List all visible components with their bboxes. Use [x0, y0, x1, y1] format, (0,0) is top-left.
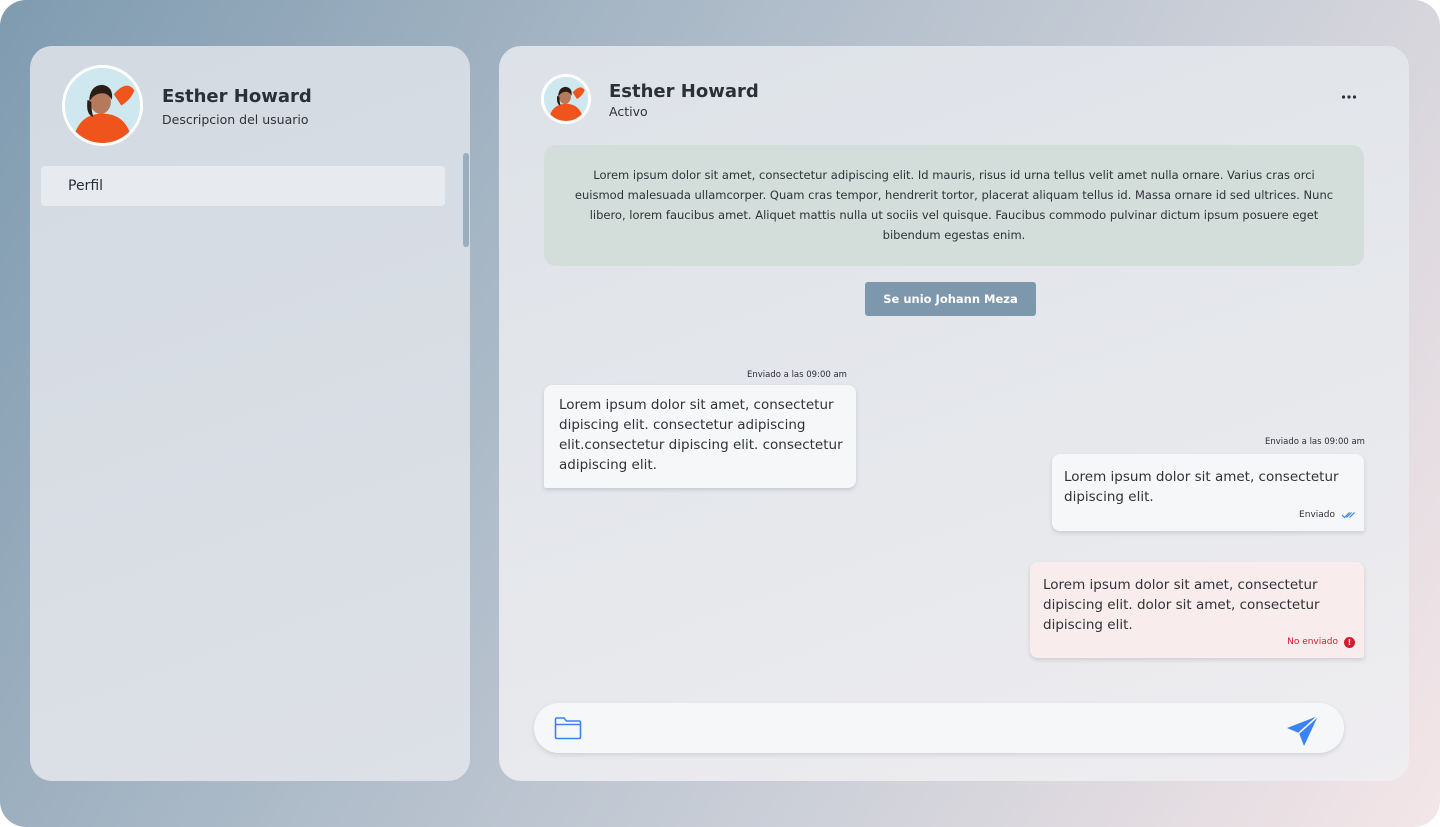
message-text: Lorem ipsum dolor sit amet, consectetur …: [559, 397, 843, 473]
message-status: No enviado !: [1287, 632, 1355, 652]
error-icon[interactable]: !: [1344, 636, 1355, 648]
user-description: Descripcion del usuario: [162, 112, 309, 127]
app-window: Esther Howard Descripcion del usuario Pe…: [0, 0, 1440, 827]
user-name: Esther Howard: [162, 86, 312, 107]
chat-contact-name: Esther Howard: [609, 81, 759, 102]
chat-contact-status: Activo: [609, 104, 648, 119]
message-text: Lorem ipsum dolor sit amet, consectetur …: [1043, 577, 1320, 633]
message-input[interactable]: [604, 713, 1264, 743]
message-bubble-outgoing[interactable]: Lorem ipsum dolor sit amet, consectetur …: [1052, 454, 1364, 531]
join-notice: Se unio Johann Meza: [865, 282, 1036, 316]
message-timestamp: Enviado a las 09:00 am: [1265, 437, 1365, 447]
message-bubble-incoming[interactable]: Lorem ipsum dolor sit amet, consectetur …: [544, 385, 856, 488]
message-status-label: Enviado: [1299, 510, 1335, 520]
avatar-image: [65, 68, 140, 143]
avatar[interactable]: [62, 65, 143, 146]
scrollbar[interactable]: [463, 153, 469, 247]
message-composer: [534, 703, 1344, 753]
message-status-label: No enviado: [1287, 637, 1338, 647]
message-status: Enviado: [1299, 505, 1355, 525]
chat-panel: Esther Howard Activo Lorem ipsum dolor s…: [499, 46, 1409, 781]
message-bubble-failed[interactable]: Lorem ipsum dolor sit amet, consectetur …: [1030, 562, 1364, 658]
message-text: Lorem ipsum dolor sit amet, consectetur …: [1064, 469, 1339, 505]
sidebar-item-perfil[interactable]: Perfil: [41, 166, 445, 206]
double-check-icon: [1341, 512, 1355, 519]
sidebar: Esther Howard Descripcion del usuario Pe…: [30, 46, 470, 781]
chat-avatar[interactable]: [541, 74, 591, 124]
message-timestamp: Enviado a las 09:00 am: [747, 370, 847, 380]
folder-icon[interactable]: [554, 716, 582, 740]
send-icon[interactable]: [1286, 715, 1320, 747]
more-horizontal-icon[interactable]: [1341, 86, 1357, 106]
avatar-image: [544, 77, 588, 121]
info-box: Lorem ipsum dolor sit amet, consectetur …: [544, 145, 1364, 266]
